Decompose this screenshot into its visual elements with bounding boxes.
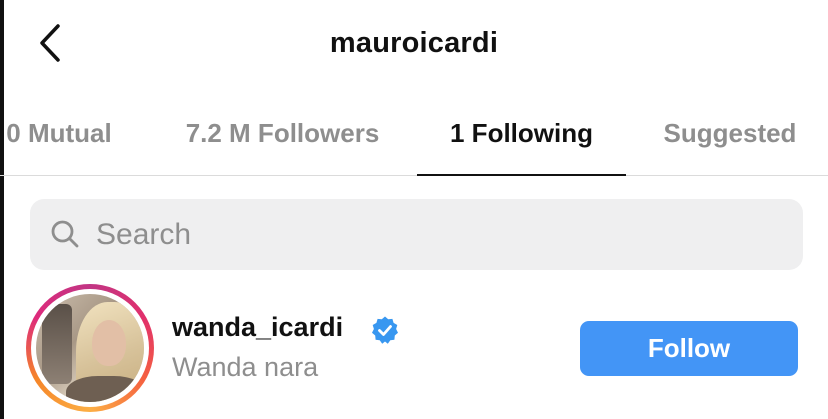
avatar[interactable] xyxy=(26,284,154,412)
tab-suggested[interactable]: Suggested xyxy=(645,92,815,176)
verified-badge-icon xyxy=(372,316,398,344)
follow-button[interactable]: Follow xyxy=(580,321,798,376)
username[interactable]: wanda_icardi xyxy=(172,312,343,343)
avatar-shoulder xyxy=(66,376,144,402)
avatar-background xyxy=(42,304,72,384)
tab-mutual[interactable]: 0 Mutual xyxy=(0,92,134,176)
tab-following[interactable]: 1 Following xyxy=(417,92,626,176)
full-name: Wanda nara xyxy=(172,352,319,382)
header: mauroicardi xyxy=(0,0,828,92)
following-screen: mauroicardi 0 Mutual 7.2 M Followers 1 F… xyxy=(0,0,828,419)
search-input[interactable] xyxy=(96,212,746,258)
tab-followers[interactable]: 7.2 M Followers xyxy=(160,92,405,176)
avatar-photo xyxy=(36,294,144,402)
tab-bar: 0 Mutual 7.2 M Followers 1 Following Sug… xyxy=(0,92,828,176)
page-title: mauroicardi xyxy=(329,27,499,59)
avatar-border xyxy=(31,289,149,407)
search-icon xyxy=(51,220,79,248)
avatar-face xyxy=(92,320,126,366)
